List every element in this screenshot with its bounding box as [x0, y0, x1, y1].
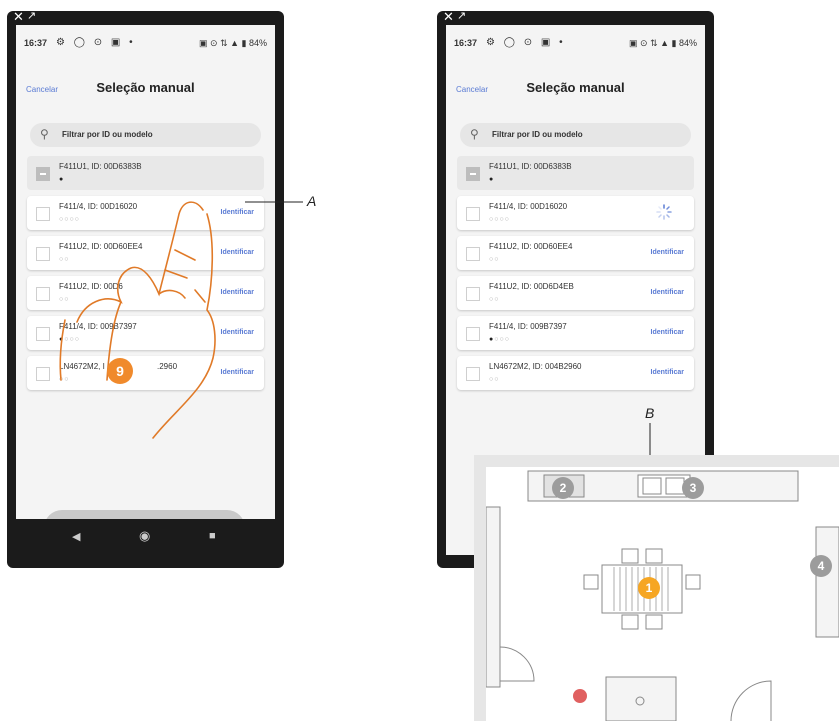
search-input[interactable]: ⚲ Filtrar por ID ou modelo	[460, 123, 691, 147]
device-checkbox[interactable]	[36, 327, 50, 341]
device-status-dots: ●○○○	[489, 336, 510, 343]
recents-icon[interactable]: ■	[209, 530, 216, 542]
loading-spinner-icon	[656, 204, 672, 220]
close-icon[interactable]: ✕	[443, 10, 454, 23]
device-label: LN4672M2, ID: 004B2960	[489, 362, 582, 371]
callout-b-label: B	[645, 405, 655, 421]
device-checkbox[interactable]	[466, 207, 480, 221]
identify-button[interactable]: Identificar	[651, 329, 684, 336]
light-bulb-1-icon[interactable]: 1	[638, 577, 660, 599]
device-row[interactable]: F411/4, ID: 00D16020 ○○○○	[457, 196, 694, 230]
device-status-dots: ○○	[489, 376, 500, 383]
status-battery: ▣ ⊙ ⇅ ▲ ▮ 84%	[199, 38, 267, 48]
device-status-dots: ○○	[489, 256, 500, 263]
device-checkbox[interactable]	[36, 367, 50, 381]
hand-pointer-illustration	[59, 201, 216, 439]
device-checkbox[interactable]	[466, 327, 480, 341]
app-header: Cancelar Seleção manual	[16, 65, 275, 105]
identify-button[interactable]: Identificar	[651, 249, 684, 256]
status-time: 16:37	[24, 38, 48, 48]
light-bulb-2-icon[interactable]: 2	[552, 477, 574, 499]
device-label: F411/4, ID: 00D16020	[489, 202, 568, 211]
status-battery: ▣ ⊙ ⇅ ▲ ▮ 84%	[629, 38, 697, 48]
device-label: F411U2, ID: 00D60EE4	[489, 242, 573, 251]
light-bulb-3-icon[interactable]: 3	[682, 477, 704, 499]
status-bar: 16:37 ⚙ ◯ ⊙ ▣ • ▣ ⊙ ⇅ ▲ ▮ 84%	[16, 25, 275, 65]
device-row[interactable]: F411U2, ID: 00D6D4EB ○○ Identificar	[457, 276, 694, 310]
close-icon[interactable]: ✕	[13, 10, 24, 23]
device-status-dots: ●	[59, 176, 65, 183]
android-nav-bar: ◀ ◉ ■	[16, 519, 275, 555]
status-time: 16:37	[454, 38, 478, 48]
identify-button[interactable]: Identificar	[651, 369, 684, 376]
room-floor-plan: 1 2 3 4	[474, 455, 839, 721]
device-checkbox[interactable]	[466, 287, 480, 301]
floor-plan-drawing	[486, 470, 839, 721]
device-row[interactable]: F411U2, ID: 00D60EE4 ○○ Identificar	[457, 236, 694, 270]
device-checkbox[interactable]	[466, 247, 480, 261]
device-label: F411U2, ID: 00D6D4EB	[489, 282, 574, 291]
back-icon[interactable]: ◀	[72, 530, 80, 543]
status-icons: ⚙ ◯ ⊙ ▣ •	[56, 37, 136, 48]
step-badge: 9	[107, 358, 133, 384]
device-label: F411/4, ID: 009B7397	[489, 322, 567, 331]
external-link-icon[interactable]: ↗	[27, 10, 36, 23]
page-title: Seleção manual	[96, 80, 195, 95]
search-input[interactable]: ⚲ Filtrar por ID ou modelo	[30, 123, 261, 147]
device-row[interactable]: F411/4, ID: 009B7397 ●○○○ Identificar	[457, 316, 694, 350]
device-label: F411U1, ID: 00D6383B	[59, 162, 142, 171]
device-row[interactable]: LN4672M2, ID: 004B2960 ○○ Identificar	[457, 356, 694, 390]
identify-button[interactable]: Identificar	[651, 289, 684, 296]
device-row[interactable]: F411U1, ID: 00D6383B ●	[457, 156, 694, 190]
search-icon: ⚲	[470, 127, 479, 141]
callout-a-label: A	[307, 193, 317, 209]
search-placeholder: Filtrar por ID ou modelo	[492, 130, 583, 139]
device-row[interactable]: F411U1, ID: 00D6383B ●	[27, 156, 264, 190]
callout-a-line	[245, 201, 303, 203]
device-checkbox[interactable]	[36, 287, 50, 301]
external-link-icon[interactable]: ↗	[457, 10, 466, 23]
status-bar: 16:37 ⚙ ◯ ⊙ ▣ • ▣ ⊙ ⇅ ▲ ▮ 84%	[446, 25, 705, 65]
device-status-dots: ○○	[489, 296, 500, 303]
status-icons: ⚙ ◯ ⊙ ▣ •	[486, 37, 566, 48]
search-icon: ⚲	[40, 127, 49, 141]
device-checkbox[interactable]	[36, 167, 50, 181]
device-status-dots: ○○○○	[489, 216, 510, 223]
device-label: F411U1, ID: 00D6383B	[489, 162, 572, 171]
search-placeholder: Filtrar por ID ou modelo	[62, 130, 153, 139]
light-bulb-4-icon[interactable]: 4	[810, 555, 832, 577]
device-checkbox[interactable]	[36, 247, 50, 261]
home-icon[interactable]: ◉	[139, 528, 150, 544]
device-checkbox[interactable]	[466, 167, 480, 181]
app-header: Cancelar Seleção manual	[446, 65, 705, 105]
device-checkbox[interactable]	[36, 207, 50, 221]
page-title: Seleção manual	[526, 80, 625, 95]
device-checkbox[interactable]	[466, 367, 480, 381]
device-status-dots: ●	[489, 176, 495, 183]
